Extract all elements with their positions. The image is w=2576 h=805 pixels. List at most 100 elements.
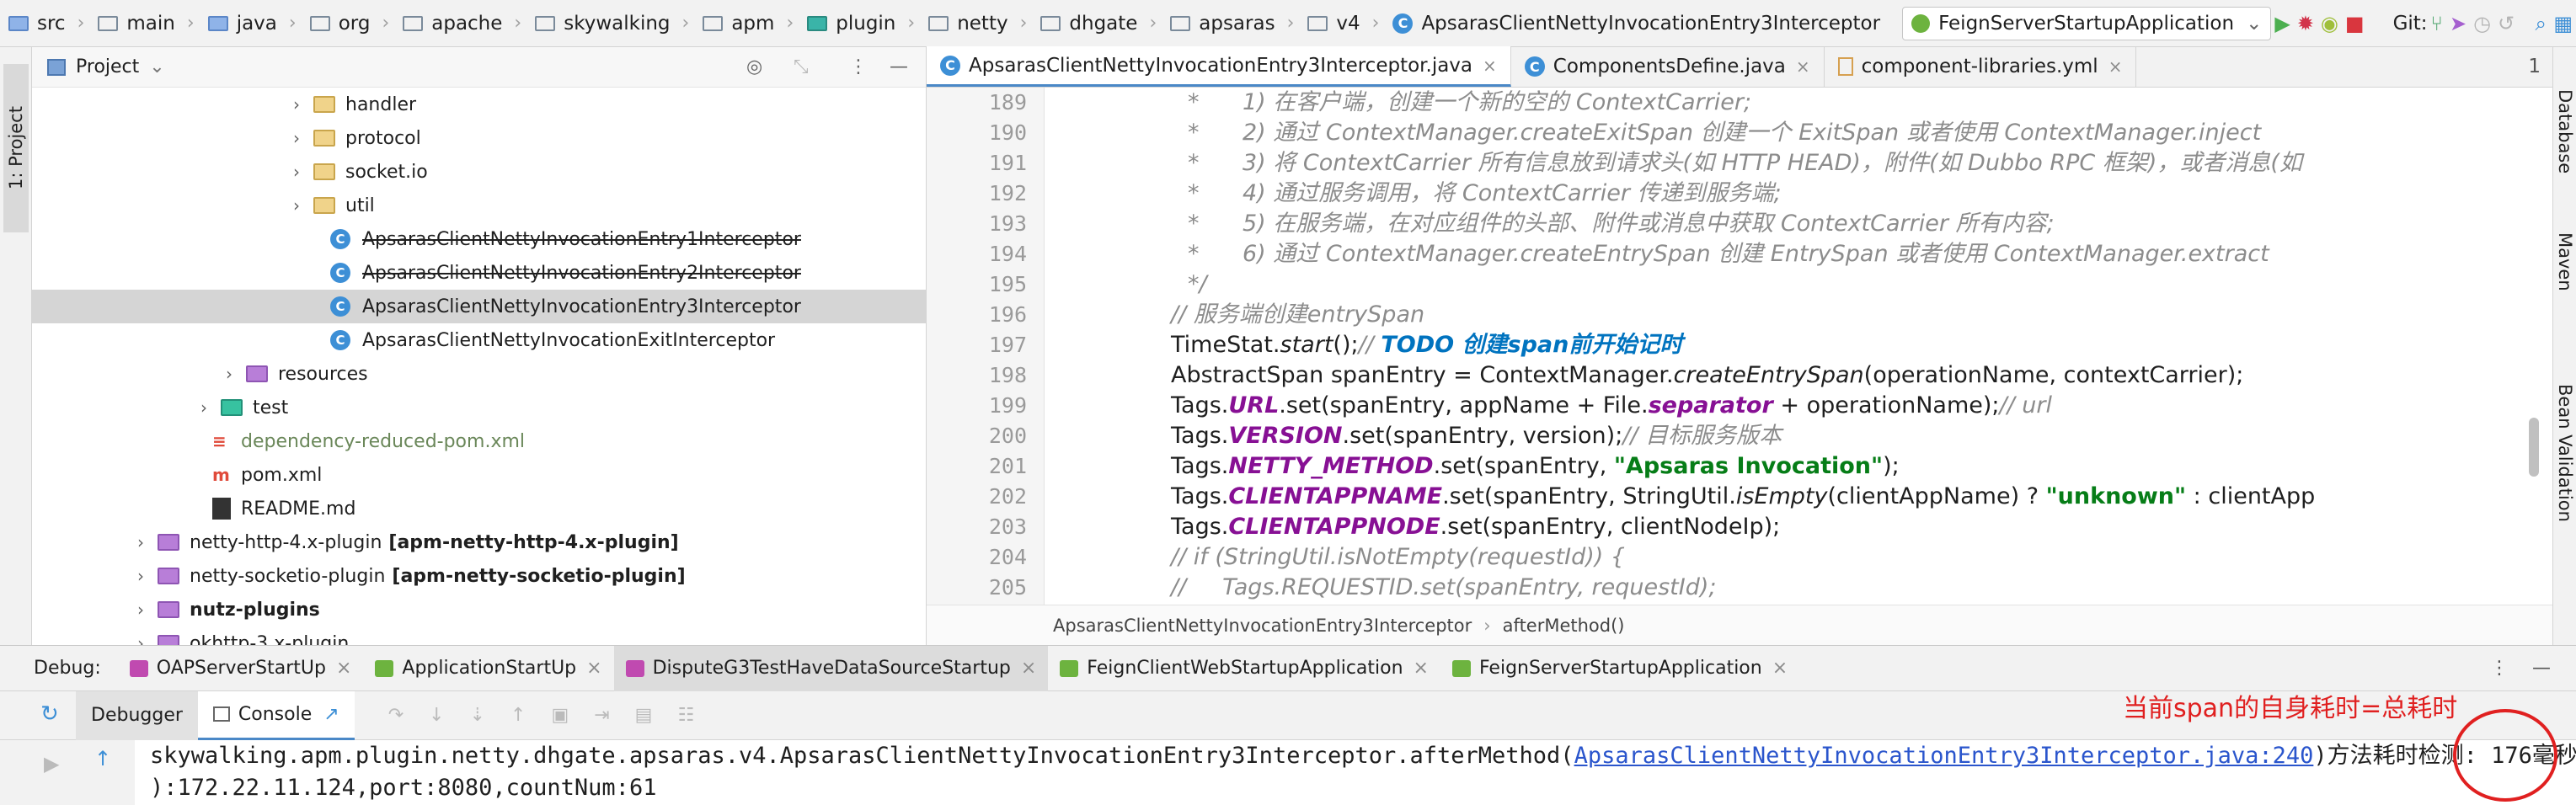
close-icon[interactable]: × [1414,658,1429,679]
expand-arrow-icon[interactable]: › [137,600,158,620]
step-into-icon[interactable]: ↓ [429,705,444,726]
options-icon[interactable]: ⋮ [2475,658,2524,679]
expand-arrow-icon[interactable]: › [200,397,221,418]
breadcrumb-item[interactable]: apache › [394,0,526,46]
coverage-icon[interactable]: ◉ [2321,7,2338,40]
stop-icon[interactable]: ■ [2345,7,2365,40]
breadcrumb-item[interactable]: apsaras › [1162,0,1299,46]
breadcrumb-item[interactable]: main › [89,0,199,46]
debug-session-tab[interactable]: DisputeG3TestHaveDataSourceStartup × [613,645,1049,691]
close-icon[interactable]: × [1483,56,1497,76]
chevron-down-icon[interactable]: ⌄ [149,56,164,77]
search-icon[interactable]: ⌕ [2535,7,2547,40]
tab-overflow-count[interactable]: 1 [2516,46,2552,87]
close-icon[interactable]: × [1796,56,1810,77]
run-icon[interactable]: ▶ [2274,7,2290,40]
breadcrumb-item[interactable]: apm › [694,0,799,46]
trace-icon[interactable]: ☷ [677,705,694,726]
minimize-icon[interactable]: — [890,56,908,77]
tree-item[interactable]: C ApsarasClientNettyInvocationEntry1Inter… [32,222,926,256]
tree-item[interactable]: › netty-http-4.x-plugin [apm-netty-http-4.… [32,525,926,559]
expand-arrow-icon[interactable]: › [226,364,246,384]
editor-breadcrumb-class[interactable]: ApsarasClientNettyInvocationEntry3Interc… [1053,616,1472,636]
database-tool-tab[interactable]: Database [2555,89,2575,173]
breadcrumb-item[interactable]: dhgate › [1032,0,1162,46]
rerun-icon[interactable]: ↻ [40,701,59,727]
collapse-all-icon[interactable]: ⤡ [794,56,809,77]
maven-tool-tab[interactable]: Maven [2555,232,2575,291]
debug-session-tab[interactable]: FeignServerStartupApplication × [1440,646,1799,691]
tree-item[interactable]: › okhttp-3.x-plugin [32,626,926,645]
run-config-select[interactable]: FeignServerStartupApplication ⌄ [1902,6,2272,40]
console-tab[interactable]: Console ↗ [197,690,355,740]
tree-item[interactable]: › handler [32,88,926,121]
tree-item[interactable]: C ApsarasClientNettyInvocationEntry2Inter… [32,256,926,290]
expand-arrow-icon[interactable]: › [293,195,313,216]
editor-breadcrumb-method[interactable]: afterMethod() [1503,616,1625,636]
project-tool-tab[interactable]: 1: Project [3,64,29,232]
tree-item[interactable]: m pom.xml [32,458,926,492]
debugger-tab[interactable]: Debugger [76,690,198,740]
scroll-up-icon[interactable]: ↑ [94,747,111,770]
minimize-icon[interactable]: — [2524,658,2576,679]
breadcrumb-item[interactable]: java › [200,0,302,46]
debug-session-tab[interactable]: FeignClientWebStartupApplication × [1048,646,1440,691]
close-icon[interactable]: × [1021,658,1036,679]
tree-item[interactable]: › nutz-plugins [32,593,926,626]
close-icon[interactable]: × [586,658,601,679]
console-source-link[interactable]: ApsarasClientNettyInvocationEntry3Interc… [1574,743,2314,769]
close-icon[interactable]: × [336,658,351,679]
breadcrumb-item[interactable]: skywalking › [526,0,694,46]
tree-item[interactable]: › resources [32,357,926,391]
restore-layout-icon[interactable]: ↗ [323,704,339,725]
editor-tab[interactable]: C ComponentsDefine.java × [1511,46,1825,87]
expand-arrow-icon[interactable]: › [137,532,158,552]
step-out-icon[interactable]: ↑ [510,705,526,726]
tree-item[interactable]: › util [32,189,926,222]
tree-item[interactable]: › protocol [32,121,926,155]
history-icon[interactable]: ◷ [2473,7,2491,40]
breadcrumb-item[interactable]: org › [302,0,395,46]
bean-validation-tool-tab[interactable]: Bean Validation [2555,384,2575,522]
breadcrumb-item[interactable]: src › [0,0,89,46]
drop-frame-icon[interactable]: ▣ [551,705,569,726]
code-area[interactable]: * 1) 在客户端，创建一个新的空的 ContextCarrier; * 2) … [1045,88,2536,605]
expand-arrow-icon[interactable]: › [293,162,313,182]
git-branch-icon[interactable]: ⑂ [2431,7,2443,40]
chevron-right-icon: › [907,13,916,34]
debug-icon[interactable]: ✹ [2297,7,2314,40]
close-icon[interactable]: × [2108,56,2123,77]
scrollbar-thumb[interactable] [2529,418,2539,477]
tree-item[interactable]: README.md [32,492,926,525]
run-to-cursor-icon[interactable]: ⇥ [594,705,609,726]
git-push-icon[interactable]: ➤ [2450,7,2466,40]
resume-icon[interactable]: ▶ [44,752,59,776]
tree-item[interactable]: › test [32,391,926,424]
tree-item[interactable]: › netty-socketio-plugin [apm-netty-socketi… [32,559,926,593]
layout-icon[interactable]: ▦ [2553,7,2573,40]
force-step-into-icon[interactable]: ⇣ [470,705,485,726]
close-icon[interactable]: × [1772,658,1788,679]
breadcrumb-item[interactable]: netty › [920,0,1032,46]
expand-arrow-icon[interactable]: › [293,128,313,148]
tree-item[interactable]: C ApsarasClientNettyInvocationExitInterce… [32,323,926,357]
editor-tab[interactable]: C ApsarasClientNettyInvocationEntry3Inter… [927,46,1511,87]
editor-tab[interactable]: component-libraries.yml × [1825,46,2137,87]
step-over-icon[interactable]: ↷ [388,705,404,726]
rollback-icon[interactable]: ↺ [2498,7,2515,40]
expand-arrow-icon[interactable]: › [293,94,313,115]
expand-arrow-icon[interactable]: › [137,566,158,586]
tree-item[interactable]: › socket.io [32,155,926,189]
console-output[interactable]: skywalking.apm.plugin.netty.dhgate.apsar… [135,740,2576,805]
tree-item[interactable]: ≡ dependency-reduced-pom.xml [32,424,926,458]
debug-session-tab[interactable]: ApplicationStartUp × [363,646,613,691]
breadcrumb-item[interactable]: C ApsarasClientNettyInvocationEntry3Inter… [1384,0,1885,46]
options-icon[interactable]: ⋮ [849,56,868,77]
tree-item[interactable]: C ApsarasClientNettyInvocationEntry3Inter… [32,290,926,323]
evaluate-icon[interactable]: ▤ [635,705,653,726]
debug-session-tab[interactable]: OAPServerStartUp × [118,646,364,691]
expand-arrow-icon[interactable]: › [137,633,158,645]
breadcrumb-item[interactable]: plugin › [799,0,920,46]
locate-icon[interactable]: ◎ [746,56,762,77]
breadcrumb-item[interactable]: v4 › [1299,0,1384,46]
